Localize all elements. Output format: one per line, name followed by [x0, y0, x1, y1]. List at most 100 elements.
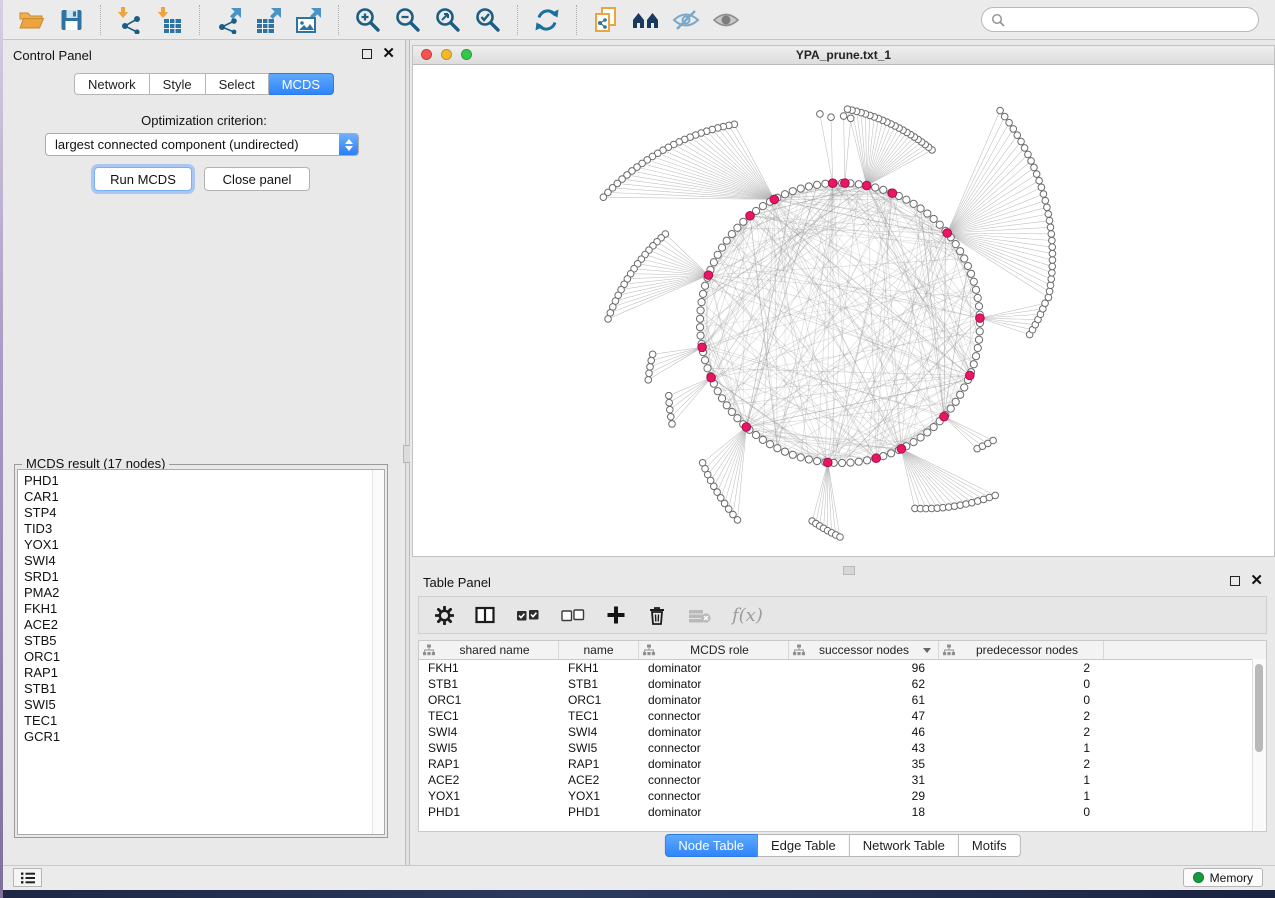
table-row[interactable]: PHD1PHD1dominator180 — [419, 804, 1266, 820]
deselect-all-icon[interactable] — [561, 607, 585, 623]
column-header-predecessor-nodes[interactable]: predecessor nodes — [939, 641, 1104, 659]
close-panel-icon[interactable]: ✕ — [382, 48, 395, 60]
add-column-plus-icon[interactable] — [606, 605, 626, 625]
table-cell: dominator — [639, 660, 789, 676]
table-row[interactable]: STB1STB1dominator620 — [419, 676, 1266, 692]
maximize-window-icon[interactable] — [461, 49, 472, 60]
copy-network-button[interactable] — [586, 3, 626, 37]
table-cell: YOX1 — [559, 788, 639, 804]
table-cell: TEC1 — [559, 708, 639, 724]
table-scrollbar-thumb[interactable] — [1255, 664, 1263, 752]
zoom-selected-button[interactable] — [468, 3, 508, 37]
tab-motifs[interactable]: Motifs — [959, 834, 1021, 857]
list-item[interactable]: SWI5 — [18, 697, 372, 713]
list-item[interactable]: PHD1 — [18, 473, 372, 489]
table-cell: connector — [639, 788, 789, 804]
table-cell: SWI5 — [559, 740, 639, 756]
table-cell: 35 — [789, 756, 939, 772]
toolbar-separator — [338, 5, 339, 35]
table-cell: 2 — [939, 708, 1104, 724]
sort-chevron-icon[interactable] — [923, 648, 931, 653]
network-window-title: YPA_prune.txt_1 — [796, 48, 891, 62]
tab-network-table[interactable]: Network Table — [850, 834, 959, 857]
minimize-window-icon[interactable] — [441, 49, 452, 60]
mcds-scrollbar[interactable] — [372, 470, 384, 834]
criterion-dropdown[interactable]: largest connected component (undirected) — [45, 133, 359, 156]
list-item[interactable]: YOX1 — [18, 537, 372, 553]
zoom-out-button[interactable] — [388, 3, 428, 37]
tab-network[interactable]: Network — [74, 73, 150, 95]
network-canvas[interactable] — [413, 65, 1274, 556]
close-panel-button[interactable]: Close panel — [204, 167, 310, 191]
network-window-titlebar[interactable]: YPA_prune.txt_1 — [413, 46, 1274, 65]
close-panel-icon[interactable]: ✕ — [1250, 575, 1263, 587]
column-header-name[interactable]: name — [559, 641, 639, 659]
table-cell: 31 — [789, 772, 939, 788]
float-panel-icon[interactable] — [362, 49, 372, 59]
show-columns-icon[interactable] — [475, 606, 495, 624]
list-item[interactable]: RAP1 — [18, 665, 372, 681]
table-row[interactable]: RAP1RAP1dominator352 — [419, 756, 1266, 772]
memory-status-icon — [1193, 872, 1204, 883]
table-cell: dominator — [639, 676, 789, 692]
table-row[interactable]: TEC1TEC1connector472 — [419, 708, 1266, 724]
list-item[interactable]: CAR1 — [18, 489, 372, 505]
list-item[interactable]: SRD1 — [18, 569, 372, 585]
application-window: Control Panel ✕ Network Style Select MCD… — [3, 0, 1275, 890]
column-header-shared-name[interactable]: shared name — [419, 641, 559, 659]
list-item[interactable]: ORC1 — [18, 649, 372, 665]
first-neighbors-button[interactable] — [626, 3, 666, 37]
list-item[interactable]: STB5 — [18, 633, 372, 649]
search-input[interactable] — [1011, 11, 1249, 28]
list-item[interactable]: FKH1 — [18, 601, 372, 617]
open-file-button[interactable] — [11, 3, 51, 37]
horizontal-splitter-handle[interactable] — [843, 566, 855, 575]
table-row[interactable]: ORC1ORC1dominator610 — [419, 692, 1266, 708]
table-settings-gear-icon[interactable] — [435, 606, 454, 625]
table-scrollbar[interactable] — [1252, 659, 1266, 831]
memory-button[interactable]: Memory — [1183, 868, 1263, 887]
refresh-button[interactable] — [527, 3, 567, 37]
column-header-successor-nodes[interactable]: successor nodes — [789, 641, 939, 659]
table-row[interactable]: SWI5SWI5connector431 — [419, 740, 1266, 756]
tab-node-table[interactable]: Node Table — [664, 834, 758, 857]
delete-column-trash-icon[interactable] — [647, 605, 667, 625]
table-body: FKH1FKH1dominator962STB1STB1dominator620… — [419, 660, 1266, 820]
list-item[interactable]: ACE2 — [18, 617, 372, 633]
tab-select[interactable]: Select — [206, 73, 269, 95]
list-item[interactable]: STB1 — [18, 681, 372, 697]
task-history-button[interactable] — [13, 868, 42, 887]
export-table-button[interactable] — [249, 3, 289, 37]
export-network-icon — [214, 6, 244, 34]
export-image-button[interactable] — [289, 3, 329, 37]
memory-label: Memory — [1210, 871, 1253, 885]
tab-edge-table[interactable]: Edge Table — [758, 834, 850, 857]
hide-selected-button[interactable] — [666, 3, 706, 37]
run-mcds-button[interactable]: Run MCDS — [94, 167, 192, 191]
column-header-mcds-role[interactable]: MCDS role — [639, 641, 789, 659]
float-panel-icon[interactable] — [1230, 576, 1240, 586]
select-all-icon[interactable] — [516, 607, 540, 623]
mcds-result-listbox[interactable]: PHD1CAR1STP4TID3YOX1SWI4SRD1PMA2FKH1ACE2… — [17, 469, 385, 835]
list-item[interactable]: TEC1 — [18, 713, 372, 729]
search-box[interactable] — [981, 7, 1259, 32]
tab-style[interactable]: Style — [150, 73, 206, 95]
table-row[interactable]: ACE2ACE2connector311 — [419, 772, 1266, 788]
save-session-button[interactable] — [51, 3, 91, 37]
table-row[interactable]: FKH1FKH1dominator962 — [419, 660, 1266, 676]
list-item[interactable]: STP4 — [18, 505, 372, 521]
zoom-in-button[interactable] — [348, 3, 388, 37]
zoom-fit-button[interactable] — [428, 3, 468, 37]
show-all-button[interactable] — [706, 3, 746, 37]
list-item[interactable]: GCR1 — [18, 729, 372, 745]
import-network-button[interactable] — [110, 3, 150, 37]
import-table-button[interactable] — [150, 3, 190, 37]
table-row[interactable]: SWI4SWI4dominator462 — [419, 724, 1266, 740]
list-item[interactable]: TID3 — [18, 521, 372, 537]
list-item[interactable]: PMA2 — [18, 585, 372, 601]
export-network-button[interactable] — [209, 3, 249, 37]
table-row[interactable]: YOX1YOX1connector291 — [419, 788, 1266, 804]
list-item[interactable]: SWI4 — [18, 553, 372, 569]
close-window-icon[interactable] — [421, 49, 432, 60]
tab-mcds[interactable]: MCDS — [269, 73, 334, 95]
